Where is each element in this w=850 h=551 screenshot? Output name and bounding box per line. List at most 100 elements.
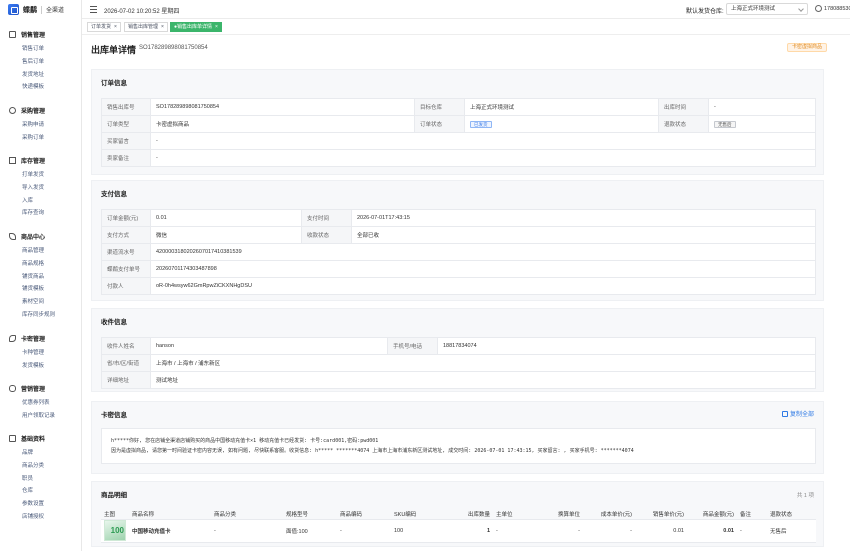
sidebar-item[interactable]: 打单发货 <box>22 170 44 180</box>
column-header: 退款状态 <box>767 509 816 520</box>
table-row: 渠道流水号 4200003180202607017410381539 <box>101 243 816 261</box>
basic-data-icon <box>9 434 16 442</box>
close-icon[interactable]: × <box>114 24 117 30</box>
close-icon[interactable]: × <box>215 24 218 30</box>
field-value: 测试地址 <box>150 371 816 389</box>
sidebar-group-label: 库存管理 <box>21 158 46 165</box>
sidebar-item[interactable]: 发货模板 <box>22 361 44 371</box>
sidebar-group-2[interactable]: 库存管理 <box>0 154 82 166</box>
tab-order-shipping[interactable]: 订单发货 × <box>87 22 121 32</box>
field-value: - <box>708 98 816 116</box>
header-datetime: 2026-07-02 10:20:52 星期四 <box>104 9 180 15</box>
sidebar-item[interactable]: 铺货商品 <box>22 272 44 282</box>
sidebar-item[interactable]: 售后订单 <box>22 57 44 67</box>
chevron-down-icon <box>798 6 804 12</box>
field-value: 18817834074 <box>437 337 816 355</box>
field-value: 卡密虚拟商品 <box>150 115 415 133</box>
tab-bar: 订单发货 × 销售出库管理 × ●销售出库单详情 × <box>82 19 850 35</box>
sidebar-item[interactable]: 销售订单 <box>22 44 44 54</box>
field-value: hanson <box>150 337 388 355</box>
logo-icon <box>8 4 19 15</box>
goods-category: - <box>211 519 283 543</box>
sidebar-item[interactable]: 商品分类 <box>22 461 44 471</box>
table-row: 详细地址 测试地址 <box>101 371 816 389</box>
sidebar-group-0[interactable]: 销售管理 <box>0 28 82 40</box>
field-label: 订单类型 <box>101 115 151 133</box>
payment-info-table: 订单金额(元) 0.01 支付时间 2026-07-01T17:43:15 支付… <box>101 209 816 295</box>
goods-cost: - <box>583 519 635 543</box>
sidebar-item[interactable]: 库存查询 <box>22 208 44 218</box>
user-icon[interactable] <box>815 5 822 12</box>
sidebar-item[interactable]: 店铺授权 <box>22 512 44 522</box>
section-title: 卡密信息 <box>101 412 127 419</box>
table-row: 订单类型 卡密虚拟商品 订单状态 已发货 退款状态 无售后 <box>101 115 816 133</box>
column-header: 换算单位 <box>539 509 583 520</box>
sidebar-item[interactable]: 采购订单 <box>22 133 44 143</box>
column-header: 主图 <box>101 509 129 520</box>
sidebar-group-3[interactable]: 商品中心 <box>0 230 82 242</box>
goods-sku: 100 <box>391 519 445 543</box>
sidebar-item[interactable]: 优惠券列表 <box>22 398 50 408</box>
sidebar-item[interactable]: 发货地址 <box>22 70 44 80</box>
column-header: 商品分类 <box>211 509 283 520</box>
card-secret-content[interactable]: h*****你好, 您在店铺全渠道店铺购买的商品中国移动充值卡×1 移动充值卡已… <box>101 428 816 464</box>
sidebar-group-5[interactable]: 营销管理 <box>0 382 82 394</box>
sidebar-item[interactable]: 导入发货 <box>22 183 44 193</box>
menu-fold-icon[interactable] <box>90 6 97 13</box>
field-label: 订单状态 <box>414 115 465 133</box>
goods-conv-unit: - <box>539 519 583 543</box>
sidebar-item[interactable]: 库存同步规则 <box>22 310 55 320</box>
sidebar-item[interactable]: 铺货模板 <box>22 284 44 294</box>
page-title: 出库单详情 <box>91 45 137 55</box>
column-header: 成本单价(元) <box>583 509 635 520</box>
sidebar-item[interactable]: 参数设置 <box>22 499 44 509</box>
status-badge: 卡密虚拟商品 <box>787 43 828 52</box>
field-value: 4200003180202607017410381539 <box>150 243 816 261</box>
product-icon <box>9 232 16 240</box>
sidebar-item[interactable]: 快递模板 <box>22 82 44 92</box>
sidebar-item[interactable]: 入库 <box>22 196 33 206</box>
sidebar-item[interactable]: 商品规格 <box>22 259 44 269</box>
sidebar-group-label: 销售管理 <box>21 32 46 39</box>
product-thumbnail[interactable]: 100 <box>104 520 126 541</box>
tab-sales-outbound[interactable]: 销售出库管理 × <box>124 22 168 32</box>
sidebar-item[interactable]: 卡种管理 <box>22 348 44 358</box>
field-label: 出库时间 <box>658 98 709 116</box>
field-label: 付款人 <box>101 277 151 295</box>
warehouse-select[interactable]: 上海正式环境测试 <box>726 3 808 15</box>
sidebar-item[interactable]: 采购申请 <box>22 120 44 130</box>
field-value: 微信 <box>150 226 302 244</box>
field-label: 支付方式 <box>101 226 151 244</box>
goods-amount: 0.01 <box>687 519 737 543</box>
sidebar-item[interactable]: 素材空间 <box>22 297 44 307</box>
sidebar-item[interactable]: 仓库 <box>22 486 33 496</box>
table-row: 100 中国移动充值卡 - 面值:100 - 100 1 - - - 0.01 … <box>101 519 816 543</box>
app-name: 蝶鹬 <box>23 6 37 14</box>
sidebar-group-1[interactable]: 采购管理 <box>0 104 82 116</box>
goods-unit: - <box>493 519 539 543</box>
field-label: 蝶鹬支付单号 <box>101 260 151 278</box>
copy-all-button[interactable]: 复制全部 <box>781 409 814 418</box>
goods-name: 中国移动充值卡 <box>129 519 211 543</box>
sidebar-item[interactable]: 品牌 <box>22 448 33 458</box>
field-label: 省/市/区/街道 <box>101 354 151 372</box>
sales-icon <box>9 30 16 38</box>
tab-label: ●销售出库单详情 <box>174 24 213 30</box>
goods-table: 主图 商品名称 商品分类 规格型号 商品编码 SKU编码 出库数量 主单位 换算… <box>101 509 816 543</box>
tab-outbound-detail[interactable]: ●销售出库单详情 × <box>170 22 222 32</box>
sidebar-group-6[interactable]: 基础资料 <box>0 432 82 444</box>
sidebar-item[interactable]: 用户领取记录 <box>22 411 55 421</box>
receiver-info-card: 收件信息 收件人姓名 hanson 手机号/电话 18817834074 省/市… <box>91 308 824 392</box>
logo-divider <box>41 5 42 14</box>
close-icon[interactable]: × <box>161 24 164 30</box>
receiver-info-table: 收件人姓名 hanson 手机号/电话 18817834074 省/市/区/街道… <box>101 337 816 389</box>
logo[interactable]: 蝶鹬 全渠道 <box>0 0 81 19</box>
user-phone[interactable]: 17808853001 <box>824 6 850 12</box>
sidebar-item[interactable]: 职员 <box>22 474 33 484</box>
thumbnail-text: 100 <box>110 526 124 535</box>
section-title: 商品明细 <box>101 492 127 499</box>
sidebar-group-4[interactable]: 卡密管理 <box>0 332 82 344</box>
field-label: 手机号/电话 <box>387 337 438 355</box>
order-status-badge: 已发货 <box>470 120 492 128</box>
sidebar-item[interactable]: 商品管理 <box>22 246 44 256</box>
